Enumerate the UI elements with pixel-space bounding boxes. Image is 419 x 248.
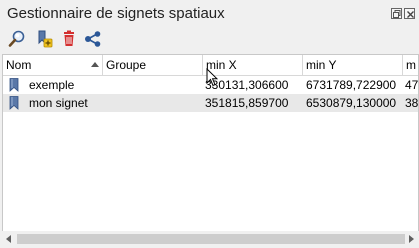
min-y-cell: 6530879,130000 <box>306 96 397 110</box>
delete-bookmark-button[interactable] <box>59 29 79 49</box>
scroll-left-icon[interactable] <box>6 235 11 243</box>
add-bookmark-icon <box>38 30 53 48</box>
name-cell: mon signet <box>9 94 104 112</box>
float-icon <box>393 10 401 18</box>
share-icon <box>85 31 101 47</box>
column-header-min-y[interactable]: min Y <box>303 55 403 75</box>
name-cell: exemple <box>9 76 104 94</box>
table-row[interactable]: mon signet 351815,859700 6530879,130000 … <box>3 94 419 112</box>
zoom-to-bookmark-button[interactable] <box>7 29 27 49</box>
panel-titlebar: Gestionnaire de signets spatiaux <box>0 0 419 28</box>
mouse-cursor-icon <box>206 68 218 87</box>
float-button[interactable] <box>391 8 402 19</box>
trash-icon <box>64 30 74 46</box>
close-button[interactable] <box>404 8 415 19</box>
bookmark-icon <box>9 96 19 110</box>
horizontal-scrollbar[interactable] <box>2 231 419 248</box>
close-icon <box>407 11 414 18</box>
max-x-cell: 38 <box>405 96 419 110</box>
max-x-cell: 47 <box>405 78 419 92</box>
column-header-max-x[interactable]: m <box>403 55 418 75</box>
sort-ascending-icon <box>91 62 99 67</box>
bookmark-name: mon signet <box>29 96 88 110</box>
column-header-label: min Y <box>306 58 337 72</box>
scroll-right-icon[interactable] <box>409 235 414 243</box>
bookmark-icon <box>9 78 19 92</box>
panel-title: Gestionnaire de signets spatiaux <box>7 5 225 22</box>
magnifier-icon <box>8 30 25 47</box>
bookmark-name: exemple <box>29 78 75 92</box>
min-x-cell: 351815,859700 <box>205 96 289 110</box>
column-header-nom[interactable]: Nom <box>3 55 103 75</box>
column-header-label: Groupe <box>106 58 147 72</box>
column-header-min-x[interactable]: min X <box>203 55 303 75</box>
column-header-label: Nom <box>6 58 32 72</box>
share-bookmark-button[interactable] <box>83 29 103 49</box>
min-x-cell: 330131,306600 <box>205 78 289 92</box>
min-y-cell: 6731789,722900 <box>306 78 397 92</box>
scrollbar-thumb[interactable] <box>17 234 405 244</box>
column-header-groupe[interactable]: Groupe <box>103 55 203 75</box>
add-bookmark-button[interactable] <box>35 29 55 49</box>
column-header-label: m <box>406 58 416 72</box>
toolbar <box>0 28 419 50</box>
